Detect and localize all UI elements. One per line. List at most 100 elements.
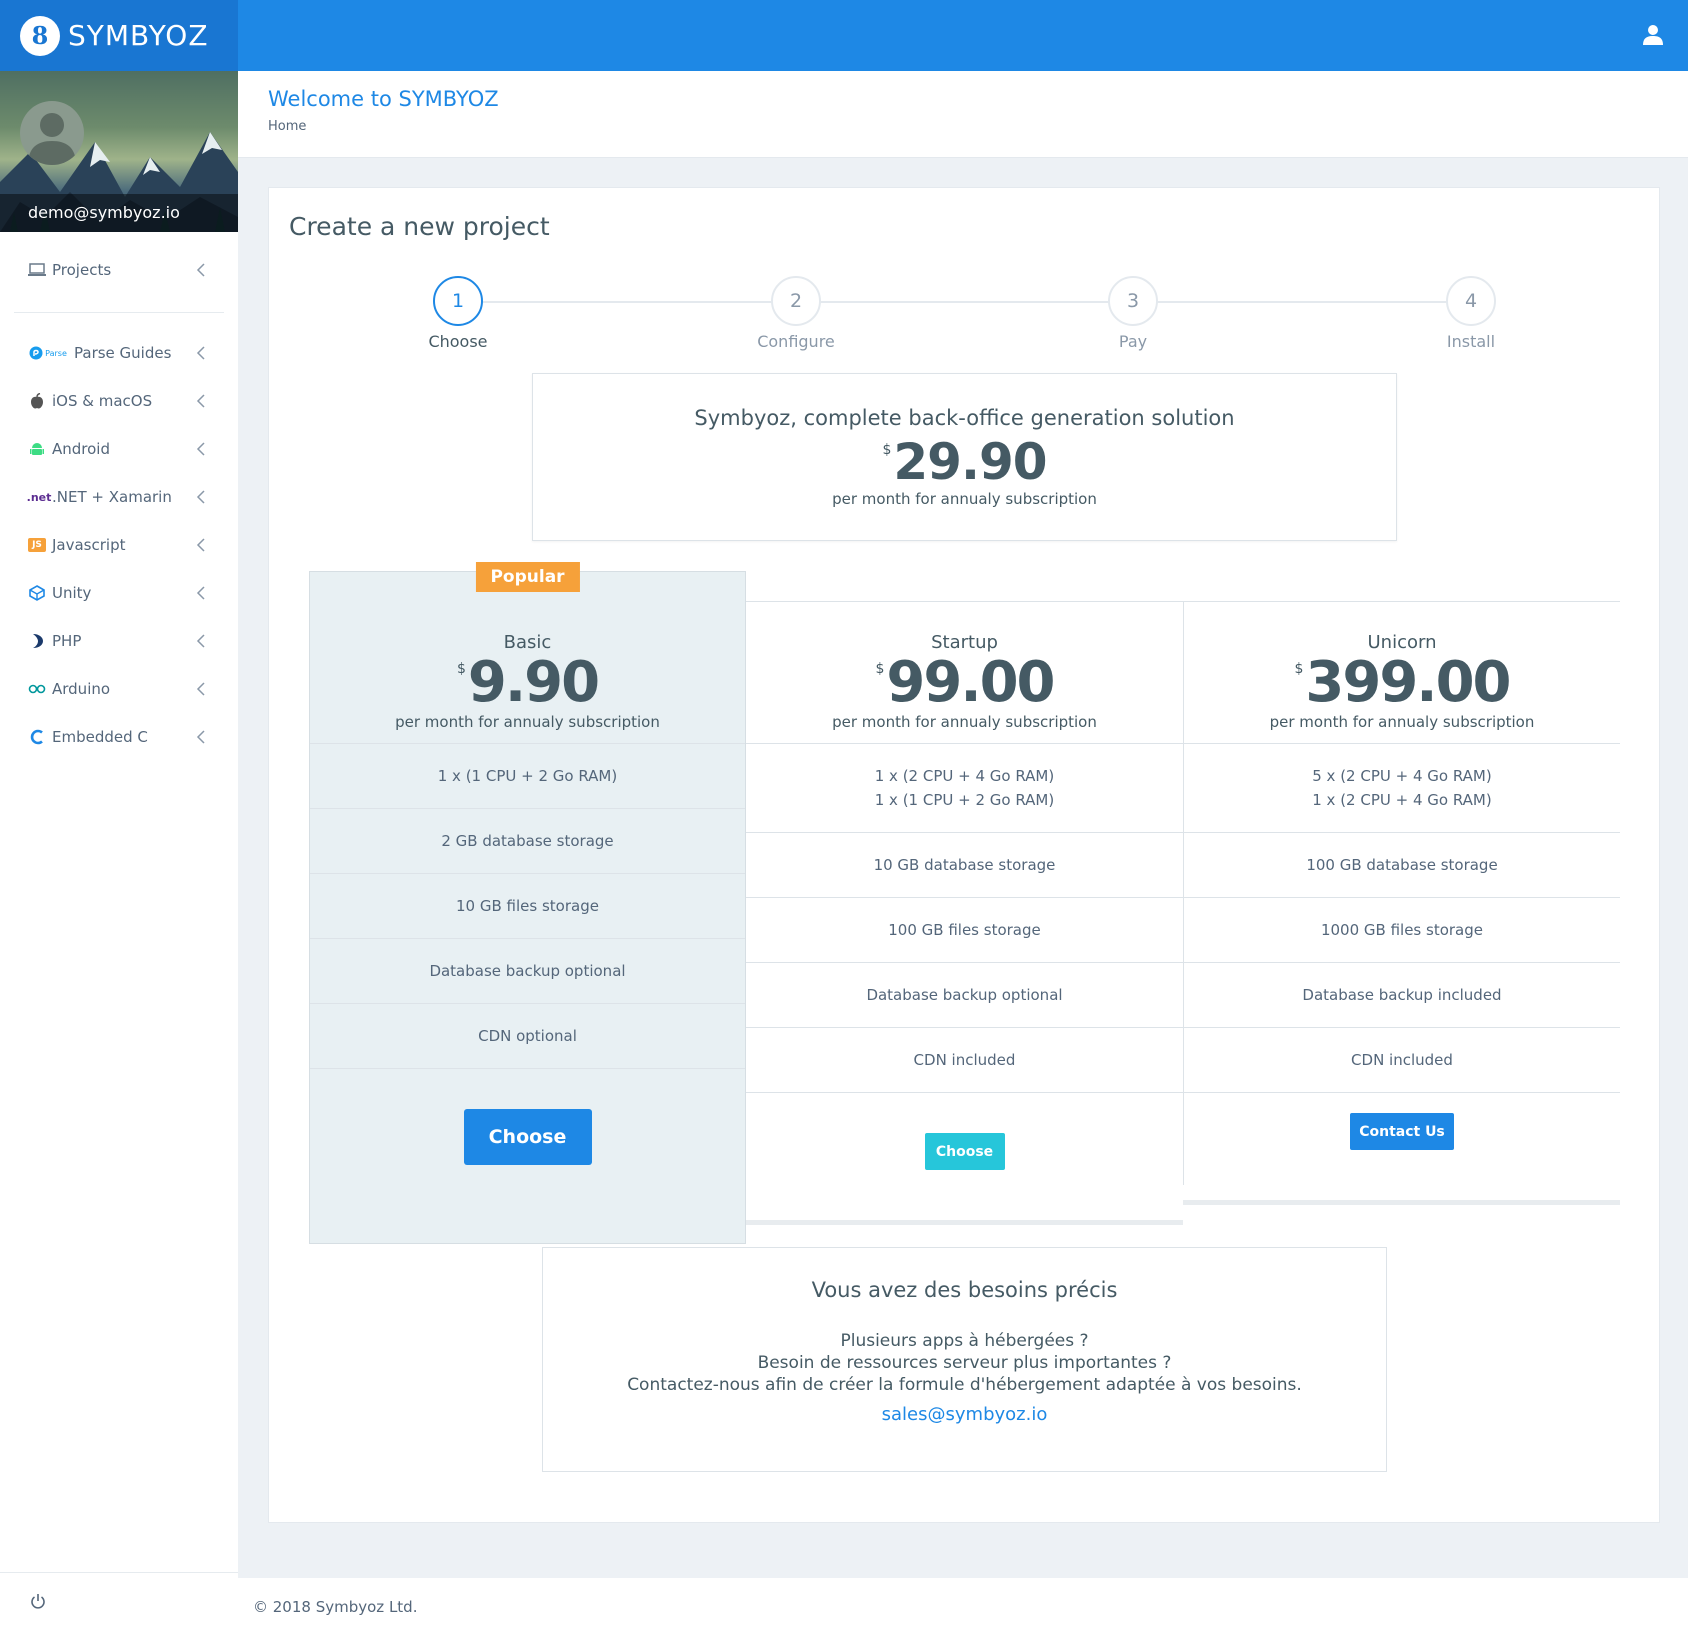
- plan-action: Contact Us: [1184, 1093, 1620, 1150]
- chevron-left-icon: [196, 490, 205, 504]
- chevron-left-icon: [196, 394, 205, 408]
- feature-row: 1000 GB files storage: [1184, 898, 1620, 963]
- arduino-icon: [28, 680, 46, 698]
- feature-row: 5 x (2 CPU + 4 Go RAM) 1 x (2 CPU + 4 Go…: [1184, 744, 1620, 833]
- plan-price: $ 399.00: [1184, 653, 1620, 713]
- currency-symbol: $: [1294, 661, 1304, 677]
- base-price-box: Symbyoz, complete back-office generation…: [532, 373, 1397, 541]
- sidebar-item-parse-guides[interactable]: Parse Parse Guides: [0, 329, 238, 377]
- choose-basic-button[interactable]: Choose: [463, 1109, 592, 1165]
- feature-row: 2 GB database storage: [310, 809, 745, 874]
- sidebar-item-label: Parse Guides: [74, 344, 172, 362]
- step-choose[interactable]: 1 Choose: [398, 276, 518, 351]
- page-footer: [238, 1578, 1688, 1629]
- step-install[interactable]: 4 Install: [1411, 276, 1531, 351]
- price-amount: 29.90: [893, 433, 1047, 491]
- sidebar: demo@symbyoz.io Projects Parse Parse Gui…: [0, 71, 238, 1629]
- c-icon: [28, 728, 46, 746]
- plan-startup: Startup $ 99.00 per month for annualy su…: [746, 601, 1183, 1185]
- power-icon[interactable]: [30, 1593, 46, 1609]
- parse-icon: Parse: [28, 344, 68, 362]
- plan-unicorn: Unicorn $ 399.00 per month for annualy s…: [1183, 601, 1620, 1185]
- contact-title: Vous avez des besoins précis: [811, 1278, 1118, 1302]
- user-profile: demo@symbyoz.io: [0, 71, 238, 232]
- step-label: Pay: [1118, 332, 1148, 351]
- step-number: 2: [771, 276, 821, 326]
- plan-bottom-bar: [1183, 1200, 1620, 1205]
- sidebar-item-label: Javascript: [52, 536, 126, 554]
- price-subtitle: per month for annualy subscription: [395, 713, 660, 731]
- plan-action: Choose: [746, 1093, 1183, 1170]
- price-subtitle: per month for annualy subscription: [832, 490, 1097, 508]
- sidebar-item-label: Arduino: [52, 680, 111, 698]
- chevron-left-icon: [196, 263, 205, 277]
- chevron-left-icon: [196, 442, 205, 456]
- contact-us-button[interactable]: Contact Us: [1350, 1113, 1454, 1150]
- feature-row: 10 GB database storage: [746, 833, 1183, 898]
- feature-row: Database backup included: [1184, 963, 1620, 1028]
- feature-row: 1 x (2 CPU + 4 Go RAM) 1 x (1 CPU + 2 Go…: [746, 744, 1183, 833]
- feature-row: 100 GB files storage: [746, 898, 1183, 963]
- currency-symbol: $: [875, 661, 885, 677]
- breadcrumb[interactable]: Home: [268, 119, 1658, 134]
- contact-message: Plusieurs apps à hébergées ? Besoin de r…: [627, 1331, 1302, 1395]
- price-amount: 9.90: [467, 650, 600, 715]
- step-number: 4: [1446, 276, 1496, 326]
- create-project-card: Create a new project 1 Choose 2 Configur…: [268, 187, 1660, 1523]
- profile-email[interactable]: demo@symbyoz.io: [0, 194, 238, 232]
- sidebar-item-embedded-c[interactable]: Embedded C: [0, 713, 238, 761]
- step-number: 1: [433, 276, 483, 326]
- step-label: Configure: [757, 332, 835, 351]
- copyright-text: © 2018 Symbyoz Ltd.: [253, 1598, 418, 1616]
- feature-row: 10 GB files storage: [310, 874, 745, 939]
- sidebar-item-php[interactable]: PHP: [0, 617, 238, 665]
- sidebar-item-arduino[interactable]: Arduino: [0, 665, 238, 713]
- sidebar-item-projects[interactable]: Projects: [0, 246, 238, 294]
- card-title: Create a new project: [289, 212, 550, 241]
- plan-bottom-bar: [746, 1220, 1183, 1225]
- contact-box: Vous avez des besoins précis Plusieurs a…: [542, 1247, 1387, 1472]
- base-price-title: Symbyoz, complete back-office generation…: [694, 406, 1235, 430]
- base-price: $ 29.90: [533, 434, 1396, 490]
- chevron-left-icon: [196, 346, 205, 360]
- sidebar-item-unity[interactable]: Unity: [0, 569, 238, 617]
- avatar-placeholder-icon: [28, 113, 76, 165]
- sidebar-item-label: .NET + Xamarin: [52, 488, 172, 506]
- sales-email-link[interactable]: sales@symbyoz.io: [882, 1404, 1048, 1425]
- logo-badge-icon: 8: [20, 15, 60, 56]
- brand-name: SYMBYOZ: [68, 19, 209, 52]
- php-icon: [28, 632, 46, 650]
- apple-icon: [28, 392, 46, 410]
- sidebar-menu: Projects: [0, 246, 238, 294]
- laptop-icon: [28, 261, 46, 279]
- plan-header: Unicorn $ 399.00 per month for annualy s…: [1184, 602, 1620, 744]
- sidebar-item-dotnet-xamarin[interactable]: .net .NET + Xamarin: [0, 473, 238, 521]
- popular-badge: Popular: [475, 562, 580, 592]
- plan-price: $ 99.00: [746, 653, 1183, 713]
- sidebar-item-label: iOS & macOS: [52, 392, 153, 410]
- chevron-left-icon: [196, 586, 205, 600]
- user-icon[interactable]: [1642, 24, 1664, 46]
- price-subtitle: per month for annualy subscription: [832, 713, 1097, 731]
- avatar[interactable]: [20, 101, 84, 165]
- sidebar-item-android[interactable]: Android: [0, 425, 238, 473]
- sidebar-item-label: Android: [52, 440, 110, 458]
- price-amount: 99.00: [886, 650, 1055, 715]
- plan-basic: Popular Basic $ 9.90 per month for annua…: [309, 562, 746, 1244]
- currency-symbol: $: [882, 442, 892, 458]
- sidebar-item-javascript[interactable]: JS Javascript: [0, 521, 238, 569]
- choose-startup-button[interactable]: Choose: [924, 1133, 1005, 1170]
- android-icon: [28, 440, 46, 458]
- step-pay[interactable]: 3 Pay: [1073, 276, 1193, 351]
- price-subtitle: per month for annualy subscription: [1269, 713, 1535, 731]
- top-navbar: 8 SYMBYOZ: [0, 0, 1688, 71]
- unity-icon: [28, 584, 46, 602]
- sidebar-footer: [0, 1572, 238, 1629]
- price-amount: 399.00: [1305, 650, 1511, 715]
- feature-row: CDN optional: [310, 1004, 745, 1069]
- feature-row: Database backup optional: [310, 939, 745, 1004]
- step-configure[interactable]: 2 Configure: [736, 276, 856, 351]
- sidebar-item-ios-macos[interactable]: iOS & macOS: [0, 377, 238, 425]
- brand-logo[interactable]: 8 SYMBYOZ: [0, 0, 238, 71]
- dotnet-icon: .net: [26, 490, 52, 504]
